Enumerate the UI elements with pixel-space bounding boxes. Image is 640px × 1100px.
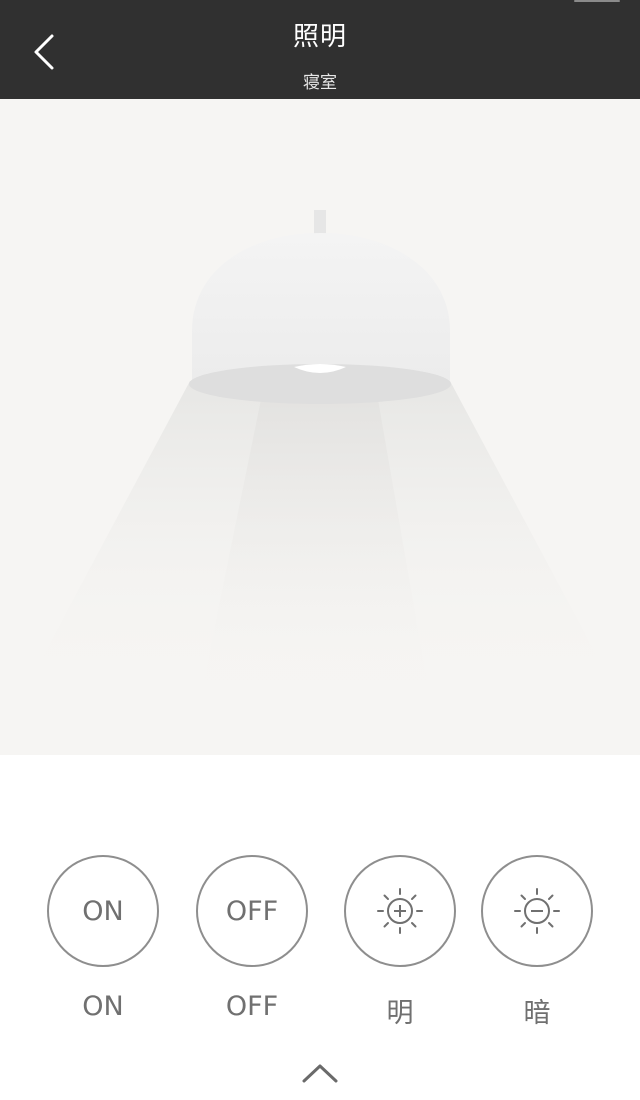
dimmer-control: 暗 [481, 855, 593, 1030]
on-button[interactable]: ON [47, 855, 159, 967]
dimmer-button[interactable] [481, 855, 593, 967]
on-button-text: ON [82, 895, 124, 927]
pendant-lamp-graphic [20, 210, 620, 699]
sun-plus-icon [377, 888, 423, 934]
brighter-button[interactable] [344, 855, 456, 967]
status-bar-indicator [574, 0, 620, 2]
lamp-illustration [0, 99, 640, 755]
dimmer-label: 暗 [523, 998, 551, 1029]
control-panel: ON ON OFF OFF 明 暗 [0, 755, 640, 1100]
lamp-cord [314, 210, 326, 234]
on-label: ON [82, 991, 124, 1022]
off-button[interactable]: OFF [196, 855, 308, 967]
brighter-control: 明 [344, 855, 456, 1030]
page-title: 照明 [292, 22, 347, 52]
lamp-shade [192, 233, 450, 381]
off-control: OFF OFF [196, 855, 308, 1022]
brighter-label: 明 [386, 998, 414, 1029]
sun-minus-icon [514, 888, 560, 934]
chevron-up-icon [302, 1064, 338, 1083]
on-control: ON ON [47, 855, 159, 1022]
room-subtitle: 寝室 [303, 73, 337, 93]
top-bar: 照明 寝室 [0, 0, 640, 99]
expand-panel-button[interactable] [296, 1055, 344, 1091]
off-label: OFF [225, 991, 279, 1022]
off-button-text: OFF [225, 895, 279, 927]
